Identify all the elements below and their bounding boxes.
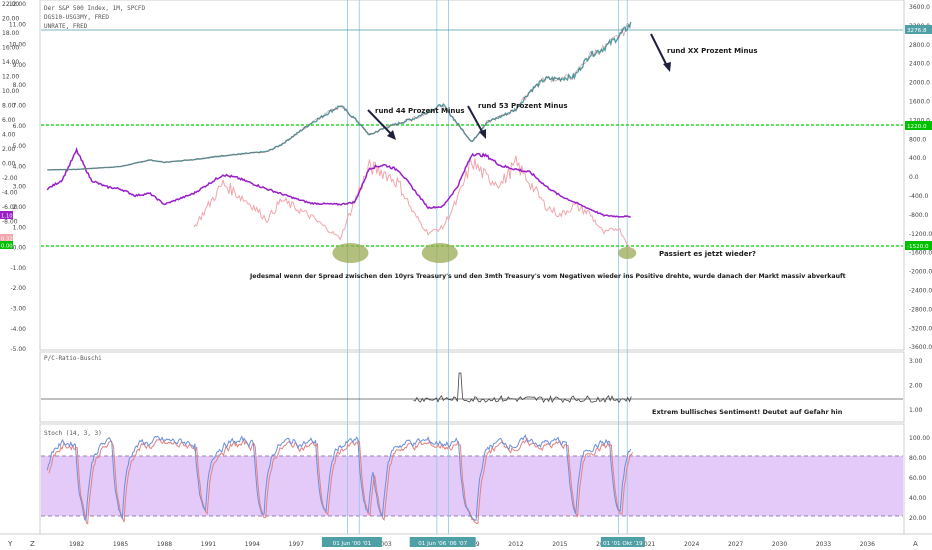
x-tick-label: 2036: [860, 541, 875, 548]
right-tick-label: -3200.0: [909, 325, 932, 332]
x-tick-label: 2012: [508, 541, 523, 548]
pc-axis: 3.00 2.00 1.00: [909, 358, 923, 414]
left-inner-tick-label: 1.00: [13, 224, 27, 231]
annotation-53: rund 53 Prozent Minus: [478, 102, 568, 110]
x-tick-label: 2015: [552, 541, 567, 548]
left-inner-tick-label: 0.00: [13, 245, 27, 252]
left-inner-tick-label: 5.00: [13, 143, 27, 150]
stoch-band: [41, 456, 903, 516]
left-inner-tick-label: 10.00: [9, 42, 26, 49]
x-tick-label: 1985: [113, 541, 128, 548]
left-inner-tick-label: 2.00: [13, 204, 27, 211]
left-inner-tick-label: -2.00: [10, 285, 26, 292]
x-tick-label: 2027: [728, 541, 743, 548]
annotation-question: Passiert es jetzt wieder?: [659, 250, 756, 258]
right-tick-label: 0.0: [909, 174, 919, 181]
stoch-tick-label: 60.00: [909, 475, 926, 482]
left-inner-tick-label: 4.00: [13, 163, 27, 170]
x-tick-label: 2030: [772, 541, 787, 548]
right-tick-label: 2400.0: [909, 61, 930, 68]
right-tick-label: 400.0: [909, 155, 926, 162]
stoch-tick-label: 20.00: [909, 515, 926, 522]
pc-tick-label: 1.00: [909, 407, 923, 414]
right-tick-label: -800.0: [909, 212, 929, 219]
stoch-title: Stoch (14, 3, 3): [44, 430, 102, 437]
trough-blob: [618, 247, 637, 259]
right-tick-label: 1600.0: [909, 99, 930, 106]
left-inner-tick-label: 6.00: [13, 123, 27, 130]
annotation-xx: rund XX Prozent Minus: [667, 47, 758, 55]
date-label: 01 Jun '00 '01: [333, 541, 372, 547]
left-inner-tick-label: 7.00: [13, 103, 27, 110]
left-inner-tick-label: -1.00: [10, 265, 26, 272]
right-axis: 3600.03200.02800.02400.02000.01600.01200…: [909, 4, 932, 351]
corner-y[interactable]: Y: [7, 540, 13, 548]
pc-tick-label: 2.00: [909, 383, 923, 390]
right-tick-label: 2000.0: [909, 80, 930, 87]
right-tick-label: -2400.0: [909, 288, 932, 295]
right-tick-label: -3600.0: [909, 344, 932, 351]
right-tick-label: -2800.0: [909, 306, 932, 313]
pc-tick-label: 3.00: [909, 358, 923, 365]
right-tick-label: -2000.0: [909, 269, 932, 276]
x-tick-label: 1994: [245, 541, 260, 548]
date-label: 01 '01 Okt '19: [603, 541, 643, 547]
right-tick-label: 3600.0: [909, 4, 930, 11]
stoch-tick-label: 40.00: [909, 495, 926, 502]
x-tick-label: 1991: [201, 541, 216, 548]
date-label: 01 Jun '06 '06 '07: [418, 541, 467, 547]
right-tick-label: -1200.0: [909, 231, 932, 238]
trough-blob: [332, 243, 369, 263]
left-mark-label: 1.10: [1, 214, 13, 220]
right-mark-label: 3276.8: [907, 28, 927, 34]
left-inner-tick-label: -3.00: [10, 306, 26, 313]
right-mark-label: 1220.0: [907, 124, 927, 130]
right-tick-label: 800.0: [909, 136, 926, 143]
left-axis: 22.0020.0018.0016.0014.0012.0010.008.006…: [2, 1, 19, 226]
right-mark-label: -1520.0: [907, 244, 929, 250]
main-pane: [39, 0, 905, 351]
stoch-axis: 100.00 80.00 60.00 40.00 20.00: [909, 435, 930, 522]
left-inner-tick-label: 9.00: [13, 62, 27, 69]
x-tick-label: 1997: [289, 541, 304, 548]
trough-blob: [421, 243, 458, 263]
legend-line-2: DGS10-USG3MY, FRED: [44, 14, 109, 21]
left-inner-tick-label: 12.00: [9, 1, 26, 8]
legend-line-3: UNRATE, FRED: [44, 23, 88, 30]
x-tick-label: 2024: [684, 541, 699, 548]
left-tick-label: -2.00: [2, 175, 18, 182]
annotation-main: Jedesmal wenn der Spread zwischen den 10…: [249, 273, 846, 280]
corner-a[interactable]: A: [913, 540, 918, 548]
legend-line-1: Der S&P 500 Index, 1M, SPCFD: [44, 5, 146, 12]
right-tick-label: -1600.0: [909, 250, 932, 257]
left-inner-tick-label: 8.00: [13, 82, 27, 89]
annotation-44: rund 44 Prozent Minus: [375, 107, 465, 115]
right-tick-label: -400.0: [909, 193, 929, 200]
left-inner-tick-label: -4.00: [10, 326, 26, 333]
pc-title: P/C-Ratio-Buschi: [44, 355, 102, 362]
annotation-pc: Extrem bullisches Sentiment! Deutet auf …: [652, 408, 843, 416]
stoch-tick-label: 100.00: [909, 435, 930, 442]
chart-canvas: rund 44 Prozent Minus rund 53 Prozent Mi…: [0, 0, 932, 548]
left-tick-label: 4.00: [2, 132, 16, 139]
x-tick-label: 1988: [157, 541, 172, 548]
right-tick-label: 2800.0: [909, 42, 930, 49]
stoch-tick-label: 80.00: [909, 455, 926, 462]
left-inner-tick-label: 11.00: [9, 21, 26, 28]
corner-z[interactable]: Z: [30, 540, 35, 548]
x-tick-label: 1982: [69, 541, 84, 548]
left-mark-label: 0.00: [1, 244, 13, 250]
left-inner-tick-label: 3.00: [13, 184, 27, 191]
left-tick-label: 18.00: [2, 30, 19, 37]
x-tick-label: 2033: [816, 541, 831, 548]
left-inner-tick-label: -5.00: [10, 346, 26, 353]
left-tick-label: 12.00: [2, 74, 19, 81]
